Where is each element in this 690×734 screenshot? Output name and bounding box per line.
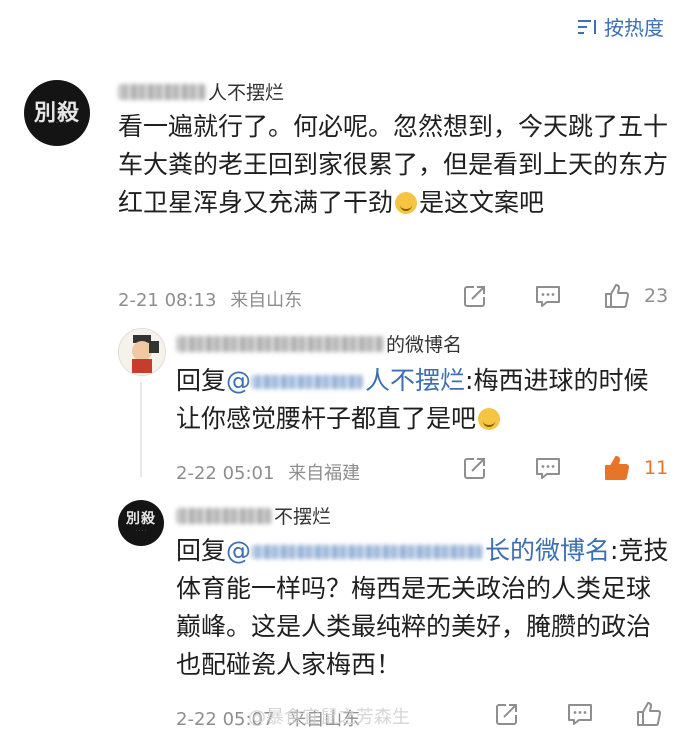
comment-body: 回复@ 长的微博名:竞技体育能一样吗？梅西是无关政治的人类足球巅峰。这是人类最纯粹…	[176, 532, 670, 684]
cartoon-avatar-icon	[119, 329, 165, 375]
blurred-mention	[251, 545, 484, 559]
comment-time: 2-22 05:01	[176, 463, 275, 484]
avatar-subtext: · · · ·	[135, 527, 147, 534]
thumbs-up-icon	[605, 284, 629, 308]
mention-at: @	[226, 366, 252, 395]
surprised-emoji-icon	[478, 408, 501, 430]
comment-body: 看一遍就行了。何必呢。忽然想到，今天跳了五十车大粪的老王回到家很累了，但是看到上…	[118, 108, 678, 222]
sort-by-hot-button[interactable]: 按热度	[576, 12, 664, 41]
comment-time: 2-21 08:13	[118, 290, 217, 311]
mention-link[interactable]: @ 长的微博名	[226, 536, 610, 565]
reply-prefix: 回复	[176, 366, 227, 395]
comment-author-name[interactable]: 人不摆烂	[118, 78, 284, 105]
avatar[interactable]: 別殺 · · · · ·	[24, 80, 90, 146]
comment-actions: 23	[462, 282, 668, 310]
mention-link[interactable]: @ 人不摆烂	[226, 366, 465, 395]
share-icon	[464, 458, 485, 479]
blurred-username	[118, 83, 206, 100]
share-button[interactable]	[462, 455, 488, 481]
mention-suffix: 人不摆烂	[365, 366, 466, 395]
watermark: @暴食宜鼠之芳森生	[248, 707, 410, 728]
sort-icon	[578, 19, 596, 34]
share-icon	[464, 286, 485, 307]
reply-prefix: 回复	[176, 536, 227, 565]
thumbs-up-icon	[637, 702, 661, 726]
author-name-suffix: 的微博名	[386, 334, 463, 356]
like-button[interactable]: 23	[602, 282, 668, 310]
mention-at: @	[226, 536, 252, 565]
reply-thread-line	[140, 382, 142, 477]
share-icon	[496, 704, 517, 725]
share-button[interactable]	[494, 701, 520, 727]
like-count: 11	[644, 457, 669, 479]
author-name-suffix: 不摆烂	[274, 506, 332, 528]
reply-button[interactable]	[534, 283, 562, 309]
comment-meta: 2-21 08:13 来自山东	[118, 286, 302, 312]
like-count: 23	[644, 285, 669, 307]
avatar-subtext: · · · · ·	[48, 119, 66, 127]
blurred-username	[176, 507, 272, 524]
comment-actions	[494, 700, 664, 728]
blurred-mention	[251, 375, 364, 389]
author-name-suffix: 人不摆烂	[208, 82, 285, 104]
comment-author-name[interactable]: 的微博名	[176, 330, 462, 357]
comment-actions: 11	[462, 454, 668, 482]
avatar[interactable]: 別殺 · · · ·	[118, 500, 164, 546]
reply-button[interactable]	[566, 701, 594, 727]
comment-text: 看一遍就行了。何必呢。忽然想到，今天跳了五十车大粪的老王回到家很累了，但是看到上…	[118, 112, 669, 217]
thumbs-up-filled-icon	[605, 456, 629, 480]
avatar[interactable]	[118, 328, 166, 376]
comment-text-tail: 是这文案吧	[419, 188, 545, 217]
blurred-username	[176, 335, 384, 352]
comment-icon	[568, 704, 592, 725]
share-button[interactable]	[462, 283, 488, 309]
comment-location: 来自福建	[288, 463, 361, 484]
comment-meta: 2-22 05:01 来自福建	[176, 459, 360, 485]
mention-suffix: 长的微博名	[485, 536, 611, 565]
avatar-text: 別殺	[126, 511, 156, 528]
like-button[interactable]	[634, 700, 664, 728]
sort-label: 按热度	[604, 16, 664, 40]
comment-author-name[interactable]: 不摆烂	[176, 502, 331, 529]
comment-icon	[536, 458, 560, 479]
reply-button[interactable]	[534, 455, 562, 481]
like-button-active[interactable]: 11	[602, 454, 668, 482]
comment-icon	[536, 286, 560, 307]
smile-emoji-icon	[395, 192, 418, 214]
comment-location: 来自山东	[230, 290, 303, 311]
comment-body: 回复@ 人不摆烂:梅西进球的时候让你感觉腰杆子都直了是吧	[176, 362, 666, 438]
